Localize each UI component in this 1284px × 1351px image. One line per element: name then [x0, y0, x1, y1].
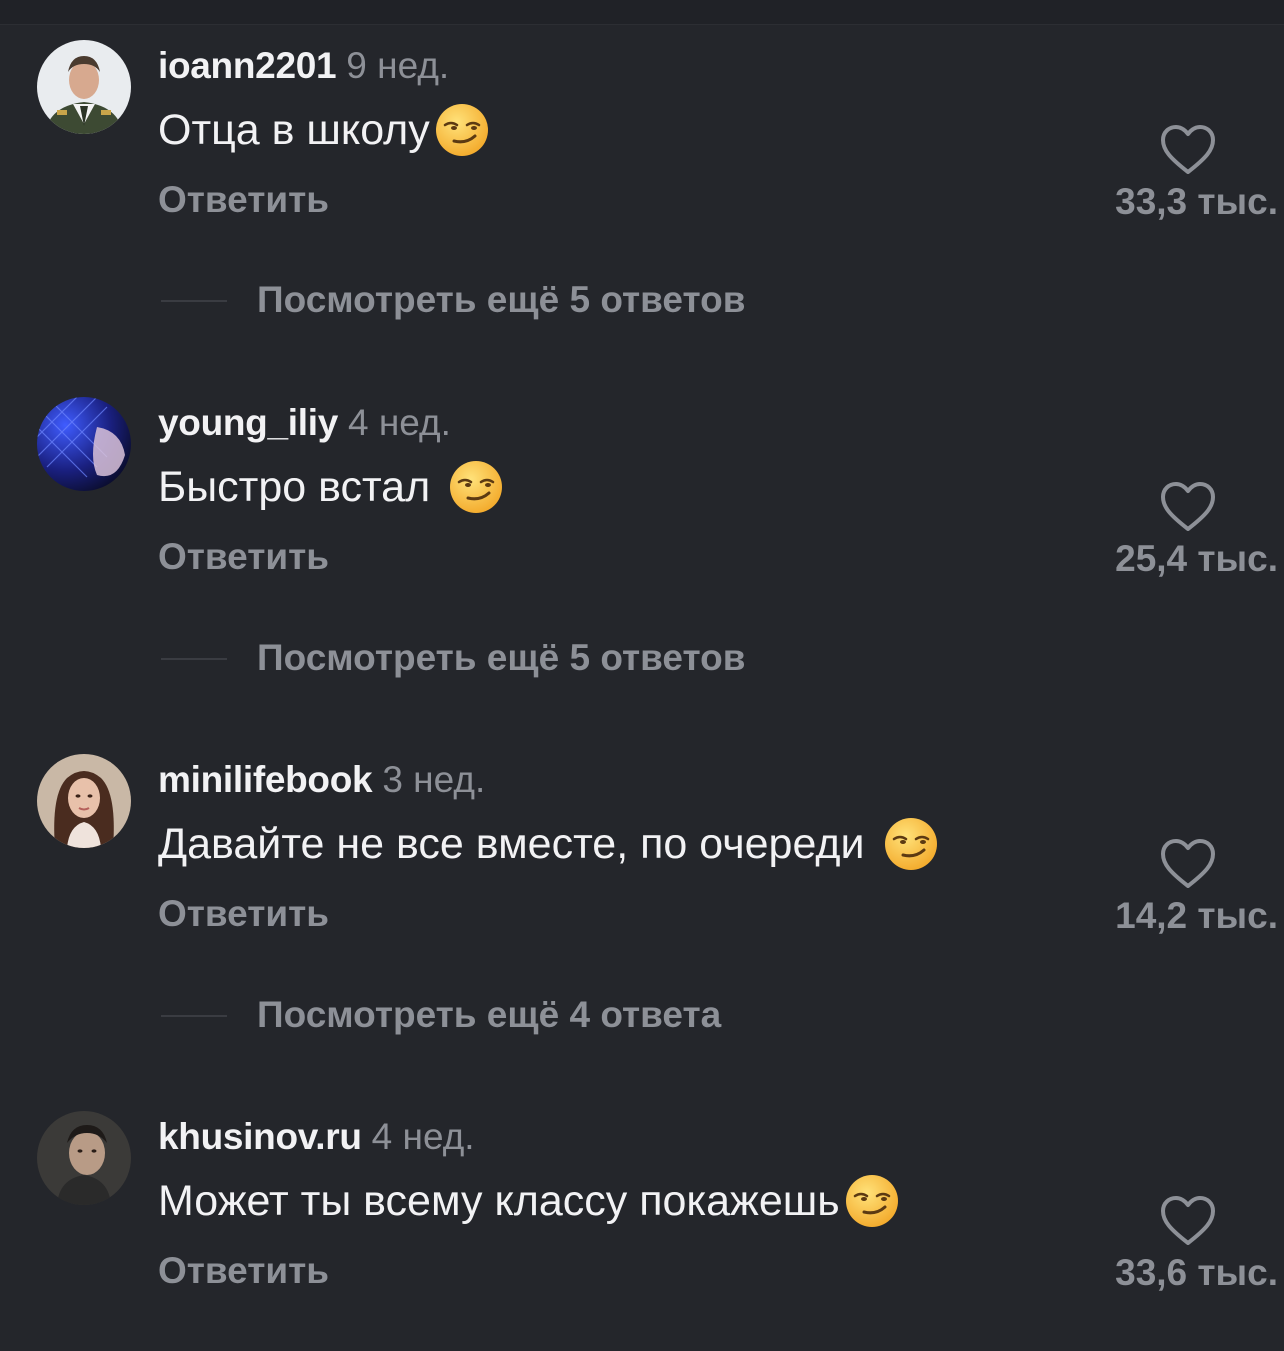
timestamp: 3 нед. [382, 759, 486, 800]
comment-text-row: Давайте не все вместе, по очереди [158, 816, 939, 872]
avatar[interactable] [37, 754, 131, 848]
view-more-replies-label[interactable]: Посмотреть ещё 5 ответов [257, 634, 745, 682]
username[interactable]: young_iliy [158, 402, 338, 443]
timestamp: 4 нед. [347, 402, 451, 443]
reply-button[interactable]: Ответить [158, 535, 329, 579]
replies-divider-line [161, 1015, 227, 1017]
comment-text-row: Может ты всему классу покажешь [158, 1173, 900, 1229]
top-divider [0, 0, 1284, 25]
view-more-replies[interactable]: Посмотреть ещё 4 ответа [0, 991, 1284, 1039]
like-count: 14,2 тыс. [1115, 895, 1278, 936]
avatar-image-man [37, 1111, 131, 1205]
reply-button[interactable]: Ответить [158, 178, 329, 222]
like-count: 33,3 тыс. [1115, 181, 1278, 222]
comment-header: ioann2201 9 нед. [158, 44, 449, 88]
comment-text: Быстро встал [158, 463, 431, 511]
comment-header: khusinov.ru 4 нед. [158, 1115, 475, 1159]
view-more-replies[interactable]: Посмотреть ещё 5 ответов [0, 276, 1284, 324]
like-count: 25,4 тыс. [1115, 538, 1278, 579]
smirk-emoji-icon [435, 104, 488, 156]
like-count: 33,6 тыс. [1115, 1252, 1278, 1293]
comment-text-row: Отца в школу [158, 102, 490, 158]
view-more-replies[interactable]: Посмотреть ещё 5 ответов [0, 634, 1284, 682]
smirk-emoji-icon [450, 461, 503, 513]
comment-header: young_iliy 4 нед. [158, 401, 451, 445]
replies-divider-line [161, 658, 227, 660]
comment-text: Может ты всему классу покажешь [158, 1177, 840, 1225]
comment-item: khusinov.ru 4 нед. Может ты всему классу … [0, 1111, 1284, 1351]
comment-item: minilifebook 3 нед. Давайте не все вместе… [0, 754, 1284, 994]
timestamp: 4 нед. [371, 1116, 475, 1157]
reply-button[interactable]: Ответить [158, 892, 329, 936]
avatar[interactable] [37, 1111, 131, 1205]
avatar[interactable] [37, 40, 131, 134]
comment-header: minilifebook 3 нед. [158, 758, 485, 802]
heart-outline-icon[interactable] [1160, 124, 1216, 176]
reply-button[interactable]: Ответить [158, 1249, 329, 1293]
timestamp: 9 нед. [346, 45, 450, 86]
avatar[interactable] [37, 397, 131, 491]
comment-text-row: Быстро встал [158, 459, 504, 515]
comment-item: young_iliy 4 нед. Быстро встал Ответить 2… [0, 397, 1284, 637]
comment-text: Давайте не все вместе, по очереди [158, 820, 865, 868]
comment-text: Отца в школу [158, 106, 430, 154]
username[interactable]: minilifebook [158, 759, 373, 800]
avatar-image-officer [37, 40, 131, 134]
smirk-emoji-icon [845, 1175, 898, 1227]
avatar-image-neon [37, 397, 131, 491]
avatar-image-woman [37, 754, 131, 848]
view-more-replies-label[interactable]: Посмотреть ещё 5 ответов [257, 276, 745, 324]
replies-divider-line [161, 300, 227, 302]
username[interactable]: khusinov.ru [158, 1116, 362, 1157]
heart-outline-icon[interactable] [1160, 1195, 1216, 1247]
view-more-replies-label[interactable]: Посмотреть ещё 4 ответа [257, 991, 721, 1039]
username[interactable]: ioann2201 [158, 45, 337, 86]
heart-outline-icon[interactable] [1160, 838, 1216, 890]
smirk-emoji-icon [884, 818, 937, 870]
heart-outline-icon[interactable] [1160, 481, 1216, 533]
comment-item: ioann2201 9 нед. Отца в школу Ответить 33… [0, 40, 1284, 280]
